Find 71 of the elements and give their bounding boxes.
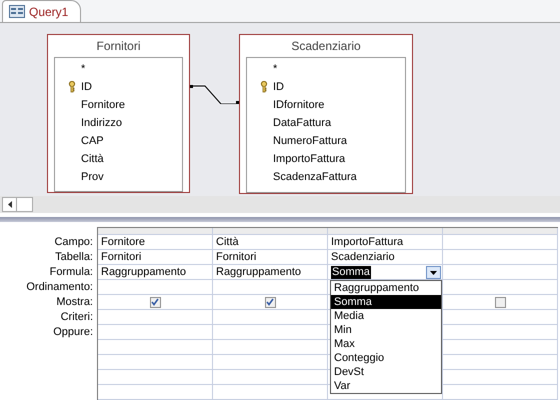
grid-cell[interactable]: Scadenziario: [328, 250, 442, 265]
cell-text: Raggruppamento: [101, 264, 186, 280]
row-label: Campo:: [53, 235, 94, 250]
dropdown-option[interactable]: Raggruppamento: [331, 281, 441, 295]
dropdown-option[interactable]: Var: [331, 379, 441, 393]
cell-text: Fornitori: [216, 250, 256, 265]
field-name[interactable]: CAP: [81, 133, 104, 150]
column-selector[interactable]: [213, 228, 327, 235]
document-tab[interactable]: Query1: [2, 0, 82, 22]
down-caret-icon: [430, 270, 437, 274]
column-selector[interactable]: [98, 228, 212, 235]
column-selector[interactable]: [443, 228, 557, 235]
dropdown-option[interactable]: Media: [331, 309, 441, 323]
cell-text: Raggruppamento: [216, 264, 302, 280]
field-name[interactable]: *: [273, 61, 278, 78]
cell-text: Somma: [331, 266, 371, 278]
field-name[interactable]: Città: [81, 151, 104, 168]
field-name[interactable]: ImportoFattura: [273, 151, 346, 168]
field-name[interactable]: Indirizzo: [81, 115, 122, 132]
splitter-bar[interactable]: [0, 217, 560, 222]
dropdown-option[interactable]: Max: [331, 337, 441, 351]
scroll-left-button[interactable]: [2, 196, 17, 212]
field-name[interactable]: NumeroFattura: [273, 133, 347, 150]
grid-cell[interactable]: ImportoFattura: [328, 235, 442, 250]
dropdown-option[interactable]: Min: [331, 323, 441, 337]
dropdown-option[interactable]: Somma: [331, 295, 441, 309]
grid-cell[interactable]: [213, 295, 327, 310]
relationship-line: [190, 84, 239, 104]
row-label: Criteri:: [60, 310, 94, 325]
field-name[interactable]: ID: [81, 79, 92, 96]
field-name[interactable]: ScadenzaFattura: [273, 169, 357, 186]
dropdown-option[interactable]: Conteggio: [331, 351, 441, 365]
row-label: Oppure:: [52, 325, 94, 340]
field-name[interactable]: IDfornitore: [273, 97, 324, 114]
table-title: Fornitori: [95, 38, 142, 56]
grid-cell[interactable]: Fornitori: [213, 250, 327, 265]
cell-text: Città: [216, 234, 239, 250]
row-label: Mostra:: [55, 295, 94, 310]
cell-text: Fornitore: [101, 234, 146, 250]
check-icon: [266, 298, 274, 306]
show-checkbox[interactable]: [494, 296, 506, 308]
dropdown-option[interactable]: DevSt: [331, 365, 441, 379]
row-label: Formula:: [48, 265, 94, 280]
show-checkbox[interactable]: [264, 296, 276, 308]
column-selector[interactable]: [328, 228, 442, 235]
show-checkbox[interactable]: [150, 296, 160, 308]
query-icon: [9, 5, 25, 18]
grid-cell[interactable]: Fornitori: [98, 250, 212, 265]
left-arrow-icon: [8, 200, 12, 208]
cell-text: Fornitori: [101, 250, 142, 265]
cell-text: ImportoFattura: [331, 234, 404, 250]
cell-text: Scadenziario: [331, 250, 395, 265]
field-name[interactable]: DataFattura: [273, 115, 332, 132]
field-name[interactable]: ID: [273, 79, 284, 96]
grid-cell[interactable]: Raggruppamento: [98, 265, 212, 280]
field-name[interactable]: Fornitore: [81, 97, 126, 114]
table-title: Scadenziario: [290, 38, 362, 56]
table-window[interactable]: Fornitori * ID Fornitore Indirizzo CAP Città Prov: [47, 34, 190, 194]
grid-cell[interactable]: [443, 295, 557, 310]
grid-cell[interactable]: Raggruppamento: [213, 265, 327, 280]
dropdown-button[interactable]: [426, 266, 441, 279]
scroll-thumb[interactable]: [17, 196, 33, 212]
grid-cell[interactable]: Città: [213, 235, 327, 250]
grid-cell[interactable]: Fornitore: [98, 235, 212, 250]
row-label: Ordinamento:: [25, 280, 94, 295]
grid-cell[interactable]: [98, 295, 212, 310]
check-icon: [151, 298, 159, 306]
field-name[interactable]: Prov: [81, 169, 104, 186]
row-label: Tabella:: [54, 250, 94, 265]
table-window[interactable]: Scadenziario * ID IDfornitore DataFattura NumeroFattura ImportoFattura ScadenzaFattura: [239, 34, 413, 194]
field-name[interactable]: *: [81, 61, 86, 78]
